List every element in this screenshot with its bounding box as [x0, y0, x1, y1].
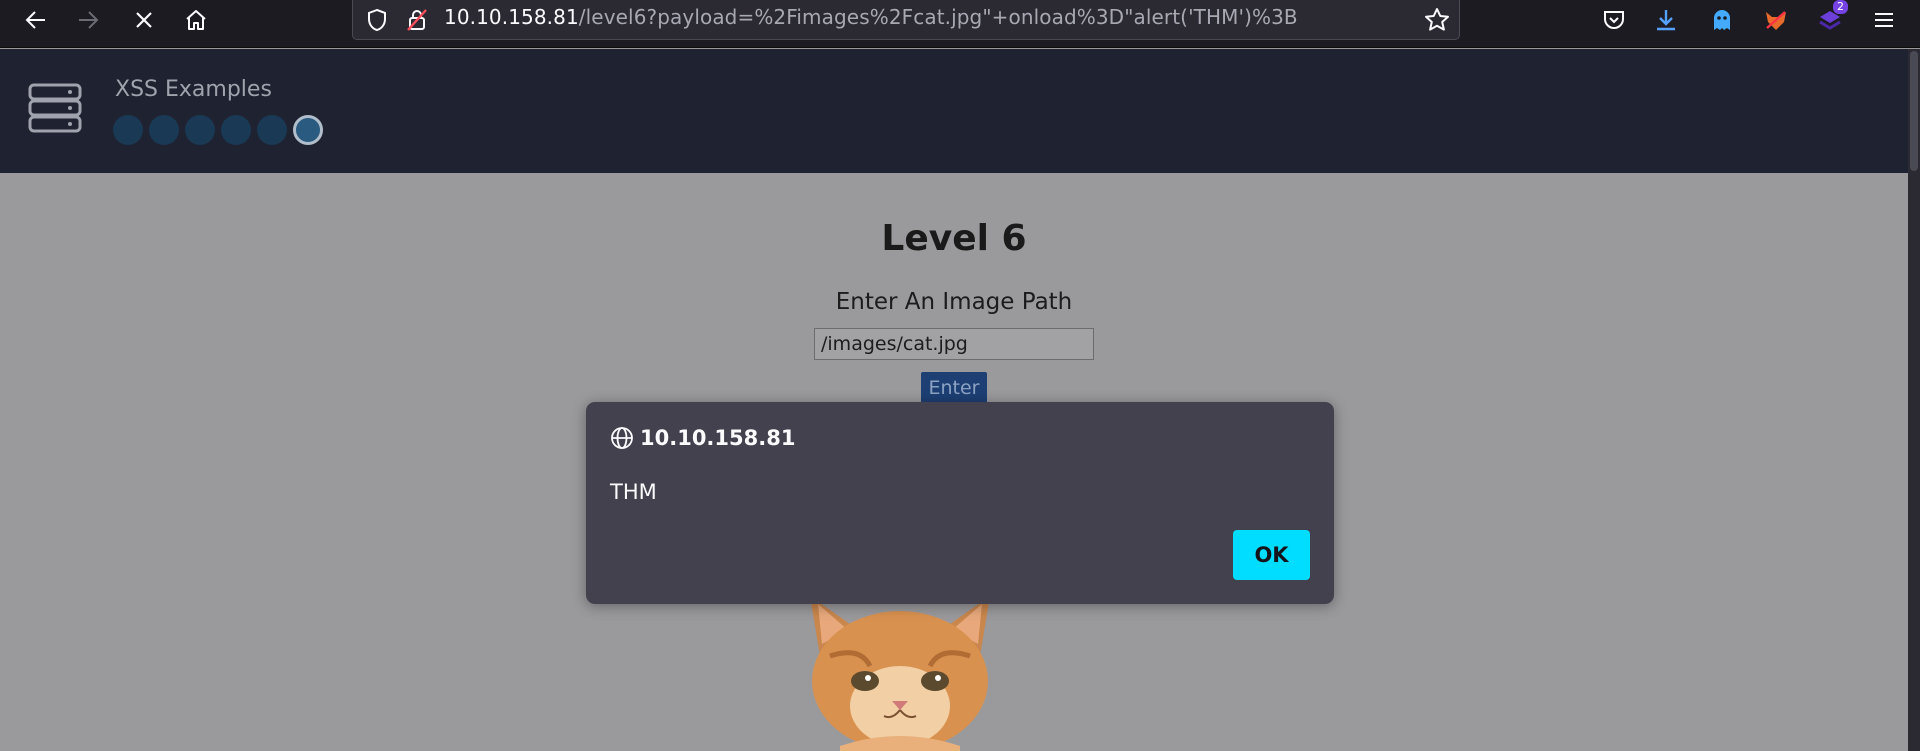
- globe-icon: [611, 427, 633, 449]
- ghostery-extension-button[interactable]: [1704, 4, 1740, 36]
- level-title: Level 6: [881, 218, 1027, 259]
- url-text[interactable]: 10.10.158.81/level6?payload=%2Fimages%2F…: [444, 5, 1298, 29]
- cat-image: [810, 596, 990, 751]
- foxyproxy-extension-button[interactable]: [1758, 4, 1794, 36]
- level-6-dot-current[interactable]: [293, 115, 323, 145]
- tracking-protection-icon[interactable]: [363, 6, 391, 34]
- url-path: /level6?payload=%2Fimages%2Fcat.jpg"+onl…: [578, 5, 1298, 29]
- alert-message: THM: [610, 480, 657, 504]
- close-icon: [136, 12, 152, 28]
- pocket-button[interactable]: [1596, 4, 1632, 36]
- url-bar[interactable]: 10.10.158.81/level6?payload=%2Fimages%2F…: [352, 0, 1460, 40]
- home-icon: [186, 10, 206, 30]
- back-arrow-icon: [25, 11, 45, 29]
- site-header: XSS Examples: [0, 49, 1908, 173]
- forward-arrow-icon: [79, 11, 99, 29]
- url-host: 10.10.158.81: [444, 5, 579, 29]
- bookmark-star-button[interactable]: [1423, 6, 1451, 34]
- hamburger-menu-icon: [1875, 13, 1893, 27]
- level-4-dot[interactable]: [221, 115, 251, 145]
- app-menu-button[interactable]: [1866, 4, 1902, 36]
- pocket-icon: [1604, 11, 1624, 29]
- level-2-dot[interactable]: [149, 115, 179, 145]
- level-1-dot[interactable]: [113, 115, 143, 145]
- extension-badge: 2: [1833, 0, 1848, 14]
- image-path-input[interactable]: [814, 328, 1094, 360]
- enter-button[interactable]: Enter: [921, 372, 987, 404]
- back-button[interactable]: [16, 4, 56, 36]
- image-path-prompt: Enter An Image Path: [835, 289, 1073, 315]
- browser-toolbar: 10.10.158.81/level6?payload=%2Fimages%2F…: [0, 0, 1920, 48]
- download-icon: [1657, 10, 1675, 31]
- star-icon: [1425, 8, 1449, 31]
- insecure-lock-icon[interactable]: [403, 6, 431, 34]
- level-3-dot[interactable]: [185, 115, 215, 145]
- stop-button[interactable]: [124, 4, 164, 36]
- level-5-dot[interactable]: [257, 115, 287, 145]
- wappalyzer-extension-button[interactable]: 2: [1812, 0, 1848, 36]
- level-progress: [113, 115, 323, 145]
- alert-dialog: 10.10.158.81 THM OK: [586, 402, 1334, 604]
- home-button[interactable]: [176, 4, 216, 36]
- server-icon: [28, 83, 82, 133]
- alert-origin: 10.10.158.81: [610, 426, 795, 450]
- fox-icon: [1766, 11, 1786, 30]
- site-title[interactable]: XSS Examples: [115, 77, 272, 102]
- ghost-icon: [1714, 10, 1730, 30]
- ok-button[interactable]: OK: [1233, 530, 1310, 580]
- shield-icon: [368, 8, 386, 32]
- downloads-button[interactable]: [1648, 4, 1684, 36]
- scrollbar-thumb[interactable]: [1910, 51, 1918, 171]
- forward-button[interactable]: [68, 4, 108, 36]
- page-scrollbar[interactable]: [1908, 49, 1920, 751]
- alert-origin-host: 10.10.158.81: [640, 426, 796, 450]
